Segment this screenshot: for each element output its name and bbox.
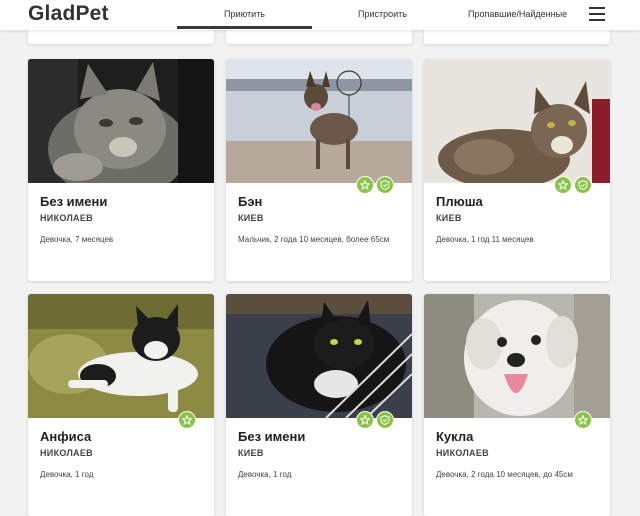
top-header: GladPet Приютить Пристроить Пропавшие/На… [0,0,640,30]
pet-name[interactable]: Кукла [436,429,473,444]
star-icon[interactable] [574,411,592,429]
hamburger-menu-icon[interactable] [589,7,605,21]
pet-info: Девочка, 1 год [238,470,292,479]
nav-lost-found[interactable]: Пропавшие/Найденные [468,9,567,19]
pet-city: НИКОЛАЕВ [40,448,93,458]
pet-info: Девочка, 2 года 10 месяцев, до 45см [436,470,573,479]
pet-name[interactable]: Бэн [238,194,262,209]
pet-badges [356,411,394,429]
pet-badges [554,176,592,194]
shield-check-icon[interactable] [574,176,592,194]
pet-info: Девочка, 1 год 11 месяцев [436,235,534,244]
pet-photo[interactable] [28,294,214,418]
pet-info: Мальчик, 2 года 10 месяцев, более 65см [238,235,390,244]
pet-city: НИКОЛАЕВ [40,213,93,223]
pet-card[interactable]: Без имени НИКОЛАЕВ Девочка, 7 месяцев [28,59,214,281]
star-icon[interactable] [554,176,572,194]
pet-badges [178,411,196,429]
pet-photo[interactable] [424,294,610,418]
pet-badges [356,176,394,194]
pet-city: КИЕВ [436,213,462,223]
pet-photo[interactable] [424,59,610,183]
star-icon[interactable] [178,411,196,429]
pet-city: КИЕВ [238,448,264,458]
star-icon[interactable] [356,176,374,194]
pet-card[interactable]: Плюша КИЕВ Девочка, 1 год 11 месяцев [424,59,610,281]
shield-check-icon[interactable] [376,411,394,429]
pet-badges [574,411,592,429]
star-icon[interactable] [356,411,374,429]
pet-photo[interactable] [226,294,412,418]
pet-name[interactable]: Без имени [238,429,305,444]
nav-active-underline [177,26,312,29]
pet-name[interactable]: Плюша [436,194,483,209]
pet-photo[interactable] [226,59,412,183]
site-logo[interactable]: GladPet [28,2,109,26]
nav-adopt[interactable]: Приютить [177,9,312,19]
pet-card[interactable]: Бэн КИЕВ Мальчик, 2 года 10 месяцев, бол… [226,59,412,281]
nav-place[interactable]: Пристроить [358,9,407,19]
shield-check-icon[interactable] [376,176,394,194]
pet-info: Девочка, 7 месяцев [40,235,114,244]
pet-city: КИЕВ [238,213,264,223]
pet-name[interactable]: Без имени [40,194,107,209]
pet-city: НИКОЛАЕВ [436,448,489,458]
pet-info: Девочка, 1 год [40,470,94,479]
pet-photo[interactable] [28,59,214,183]
pet-name[interactable]: Анфиса [40,429,91,444]
